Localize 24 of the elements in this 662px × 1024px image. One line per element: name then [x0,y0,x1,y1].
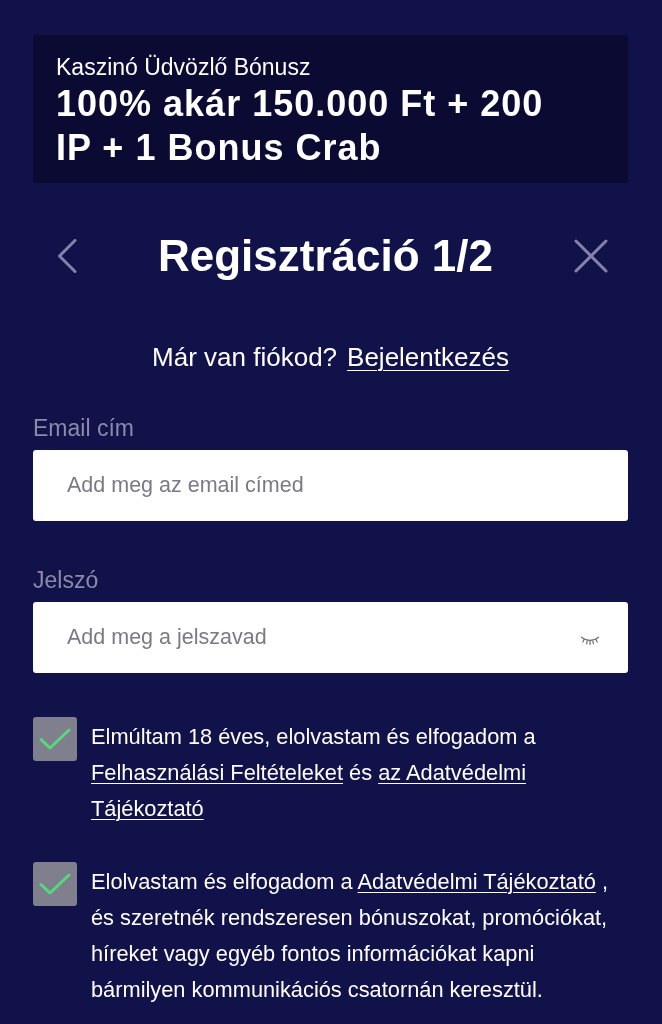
checkmark-icon [39,873,71,895]
consent-link[interactable]: Tájékoztató [91,796,204,821]
login-link[interactable]: Bejelentkezés [347,339,509,375]
closed-eye-icon[interactable] [580,635,600,646]
consent-text: Elolvastam és elfogadom a Adatvédelmi Tájékoztató , és szeretnék rendszeresen bónuszokat, promóciókat, híreket vagy egyéb fontos információkat kapni bármilyen kommunikációs csatornán keresztül. [91,868,609,1004]
consent-link[interactable]: Felhasználási Feltételeket [91,760,343,785]
consent-link[interactable]: Adatvédelmi Tájékoztató [357,869,596,894]
password-field[interactable]: Add meg a jelszavad [33,602,628,673]
close-button[interactable] [574,239,608,273]
back-button[interactable] [57,239,77,273]
close-icon [574,239,608,273]
chevron-left-icon [57,239,77,273]
field-label: Email cím [33,414,135,443]
field-label: Jelszó [33,566,100,595]
bonus-subtitle: Kaszinó Üdvözlő Bónusz [56,53,312,82]
consent-link[interactable]: az Adatvédelmi [378,760,526,785]
consent-text: Elmúltam 18 éves, elolvastam és elfogadom a Felhasználási Feltételeket és az Adatvédelmi Tájékoztató [91,723,537,823]
bonus-title: 100% akár 150.000 Ft + 200 IP + 1 Bonus Crab [56,82,545,170]
consent-checkbox[interactable] [33,862,77,906]
page-title: Regisztráció 1/2 [158,230,493,282]
checkmark-icon [39,728,71,750]
consent-checkbox[interactable] [33,717,77,761]
login-prompt-text: Már van fiókod? [152,341,338,374]
email-field[interactable]: Add meg az email címed [33,450,628,521]
